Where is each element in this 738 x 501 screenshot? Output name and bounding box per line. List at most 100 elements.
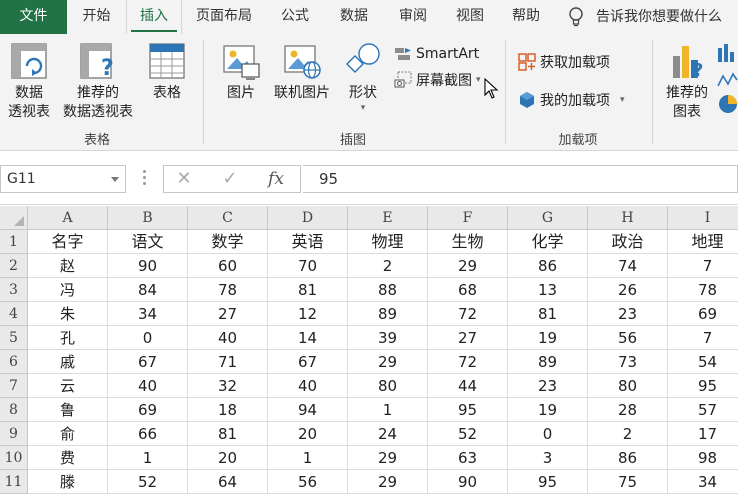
table-cell[interactable]: 69 xyxy=(668,302,738,326)
table-cell[interactable]: 0 xyxy=(108,326,188,350)
table-cell[interactable]: 28 xyxy=(588,398,668,422)
tab-7[interactable]: 视图 xyxy=(442,0,498,34)
name-box[interactable]: G11 xyxy=(0,165,126,193)
table-cell[interactable]: 54 xyxy=(668,350,738,374)
table-cell[interactable]: 74 xyxy=(588,254,668,278)
table-cell[interactable]: 40 xyxy=(268,374,348,398)
table-cell[interactable]: 84 xyxy=(108,278,188,302)
table-cell[interactable]: 费 xyxy=(28,446,108,470)
column-header[interactable]: A xyxy=(28,206,108,230)
table-cell[interactable]: 90 xyxy=(428,470,508,494)
smartart-button[interactable]: SmartArt xyxy=(394,44,479,64)
table-cell[interactable]: 18 xyxy=(188,398,268,422)
table-cell[interactable]: 7 xyxy=(668,254,738,278)
table-cell[interactable]: 朱 xyxy=(28,302,108,326)
table-cell[interactable]: 44 xyxy=(428,374,508,398)
table-cell[interactable]: 52 xyxy=(428,422,508,446)
header-cell[interactable]: 生物 xyxy=(428,230,508,254)
table-cell[interactable]: 95 xyxy=(428,398,508,422)
table-cell[interactable]: 27 xyxy=(428,326,508,350)
header-cell[interactable]: 政治 xyxy=(588,230,668,254)
table-cell[interactable]: 0 xyxy=(508,422,588,446)
select-all-corner[interactable] xyxy=(0,206,28,230)
table-cell[interactable]: 2 xyxy=(588,422,668,446)
table-cell[interactable]: 98 xyxy=(668,446,738,470)
table-cell[interactable]: 滕 xyxy=(28,470,108,494)
table-cell[interactable]: 32 xyxy=(188,374,268,398)
table-cell[interactable]: 29 xyxy=(428,254,508,278)
table-cell[interactable]: 19 xyxy=(508,398,588,422)
header-cell[interactable]: 语文 xyxy=(108,230,188,254)
table-cell[interactable]: 孔 xyxy=(28,326,108,350)
table-cell[interactable]: 29 xyxy=(348,350,428,374)
online-pictures-button[interactable]: 联机图片 xyxy=(269,42,335,103)
table-cell[interactable]: 1 xyxy=(348,398,428,422)
table-cell[interactable]: 69 xyxy=(108,398,188,422)
table-cell[interactable]: 17 xyxy=(668,422,738,446)
table-cell[interactable]: 81 xyxy=(268,278,348,302)
table-cell[interactable]: 24 xyxy=(348,422,428,446)
table-cell[interactable]: 40 xyxy=(188,326,268,350)
table-cell[interactable]: 81 xyxy=(508,302,588,326)
worksheet-grid[interactable]: A B C D E F G H I 1 名字 语文 数学 英语 物理 生物 化学 政治 地理 2 赵 90 60 70 2 29 8… xyxy=(0,206,738,501)
row-header[interactable]: 6 xyxy=(0,350,28,374)
tab-2[interactable]: 插入 xyxy=(126,0,182,34)
header-cell[interactable]: 名字 xyxy=(28,230,108,254)
row-header[interactable]: 10 xyxy=(0,446,28,470)
table-cell[interactable]: 鲁 xyxy=(28,398,108,422)
row-header[interactable]: 9 xyxy=(0,422,28,446)
tell-me-box[interactable]: 告诉我你想要做什么 xyxy=(566,0,722,34)
table-cell[interactable]: 94 xyxy=(268,398,348,422)
formula-bar-grip-icon[interactable] xyxy=(143,170,147,188)
formula-input[interactable]: 95 xyxy=(303,165,738,193)
table-cell[interactable]: 71 xyxy=(188,350,268,374)
row-header[interactable]: 2 xyxy=(0,254,28,278)
row-header[interactable]: 5 xyxy=(0,326,28,350)
tab-0[interactable]: 文件 xyxy=(0,0,67,34)
table-cell[interactable]: 39 xyxy=(348,326,428,350)
column-header[interactable]: C xyxy=(188,206,268,230)
table-cell[interactable]: 1 xyxy=(108,446,188,470)
table-cell[interactable]: 7 xyxy=(668,326,738,350)
header-cell[interactable]: 地理 xyxy=(668,230,738,254)
table-cell[interactable]: 29 xyxy=(348,470,428,494)
table-cell[interactable]: 73 xyxy=(588,350,668,374)
table-cell[interactable]: 70 xyxy=(268,254,348,278)
table-cell[interactable]: 78 xyxy=(188,278,268,302)
table-cell[interactable]: 12 xyxy=(268,302,348,326)
table-cell[interactable]: 86 xyxy=(588,446,668,470)
table-cell[interactable]: 89 xyxy=(348,302,428,326)
tab-6[interactable]: 审阅 xyxy=(384,0,442,34)
table-cell[interactable]: 95 xyxy=(508,470,588,494)
table-cell[interactable]: 80 xyxy=(588,374,668,398)
table-cell[interactable]: 56 xyxy=(268,470,348,494)
table-cell[interactable]: 俞 xyxy=(28,422,108,446)
table-button[interactable]: 表格 xyxy=(144,42,190,103)
table-cell[interactable]: 64 xyxy=(188,470,268,494)
row-header[interactable]: 3 xyxy=(0,278,28,302)
table-cell[interactable]: 56 xyxy=(588,326,668,350)
table-cell[interactable]: 34 xyxy=(108,302,188,326)
tab-8[interactable]: 帮助 xyxy=(498,0,554,34)
tab-1[interactable]: 开始 xyxy=(67,0,126,34)
my-addins-button[interactable]: 我的加载项 ▾ xyxy=(518,90,625,110)
column-header[interactable]: D xyxy=(268,206,348,230)
tab-3[interactable]: 页面布局 xyxy=(182,0,266,34)
table-cell[interactable]: 67 xyxy=(108,350,188,374)
table-cell[interactable]: 52 xyxy=(108,470,188,494)
table-cell[interactable]: 63 xyxy=(428,446,508,470)
shapes-button[interactable]: 形状 ▾ xyxy=(340,42,386,113)
chart-types-icons[interactable] xyxy=(716,42,738,126)
table-cell[interactable]: 86 xyxy=(508,254,588,278)
row-header[interactable]: 7 xyxy=(0,374,28,398)
table-cell[interactable]: 34 xyxy=(668,470,738,494)
table-cell[interactable]: 66 xyxy=(108,422,188,446)
pivot-table-button[interactable]: 数据 透视表 xyxy=(4,42,54,122)
table-cell[interactable]: 3 xyxy=(508,446,588,470)
table-cell[interactable]: 云 xyxy=(28,374,108,398)
row-header[interactable]: 1 xyxy=(0,230,28,254)
table-cell[interactable]: 80 xyxy=(348,374,428,398)
table-cell[interactable]: 14 xyxy=(268,326,348,350)
table-cell[interactable]: 72 xyxy=(428,350,508,374)
recommended-charts-button[interactable]: ? 推荐的 图表 xyxy=(660,42,714,122)
